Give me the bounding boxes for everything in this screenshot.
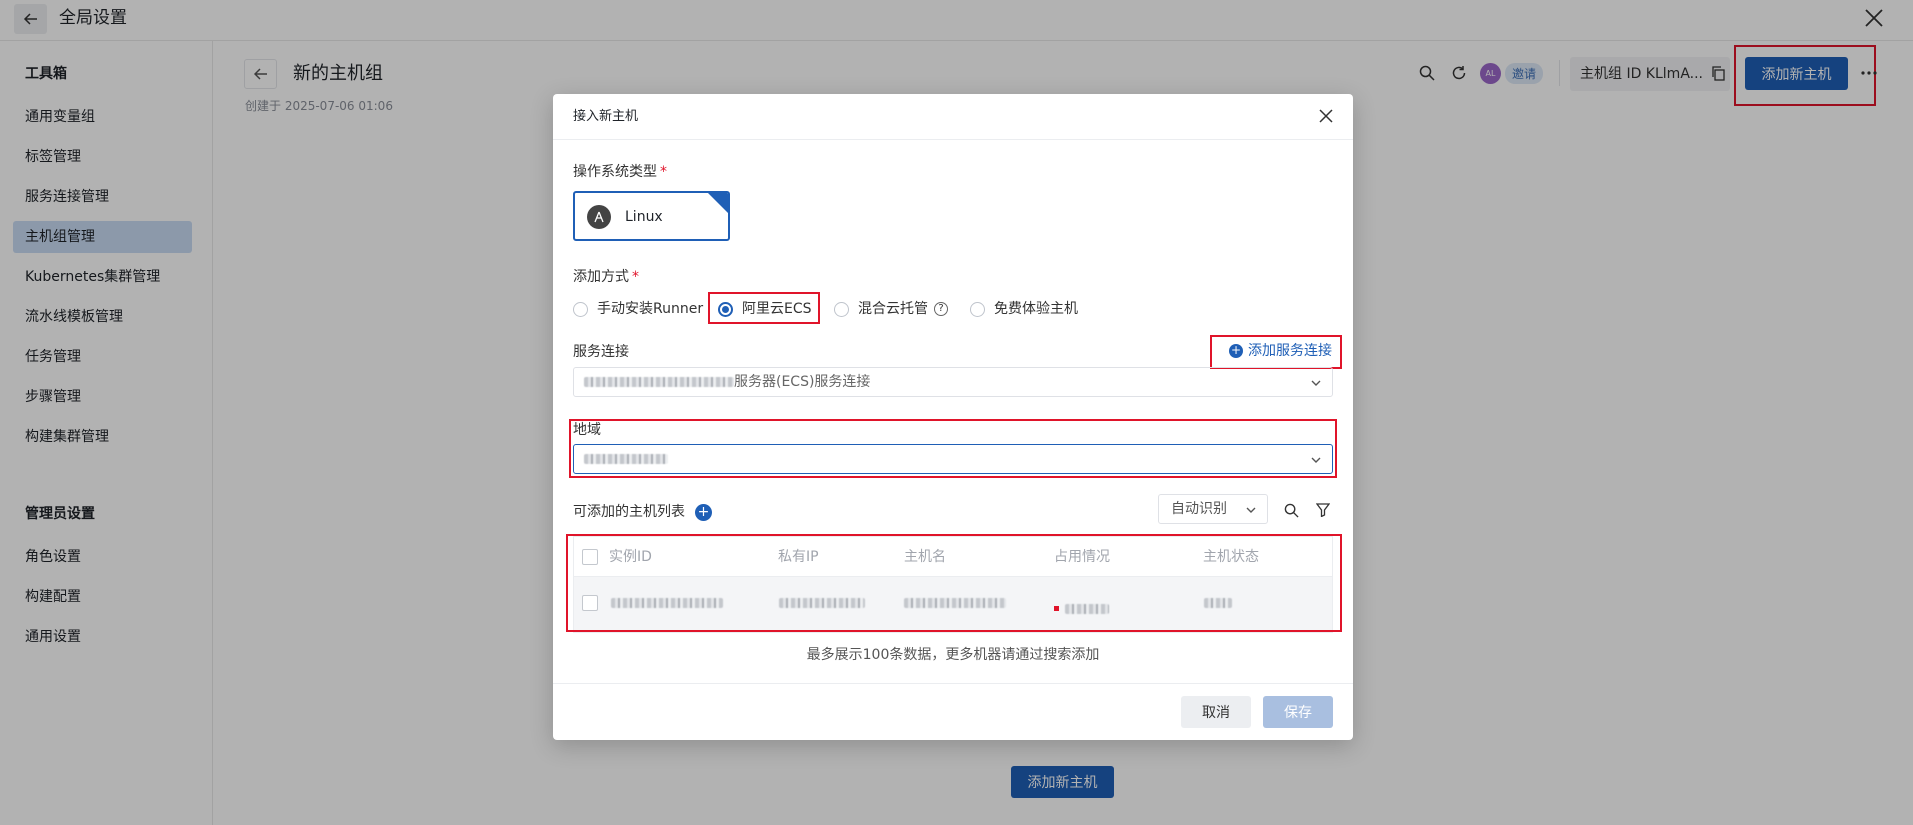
occupancy-value [1054,598,1109,617]
list-search-icon[interactable] [1280,499,1302,521]
redacted-hostname [904,598,1006,608]
table-row[interactable] [574,577,1332,632]
linux-icon [587,205,611,229]
selected-corner-icon [708,193,728,213]
auto-detect-select[interactable]: 自动识别 [1158,494,1268,524]
plus-circle-icon: + [1229,343,1243,358]
os-option-linux[interactable]: Linux [573,191,730,241]
col-instance-id: 实例ID [609,549,652,565]
region-label: 地域 [573,422,601,438]
col-host-status: 主机状态 [1203,549,1259,565]
filter-icon[interactable] [1312,499,1334,521]
select-all-checkbox[interactable] [582,549,598,565]
chevron-down-icon [1246,507,1256,513]
save-button[interactable]: 保存 [1263,696,1333,728]
service-conn-label: 服务连接 [573,344,629,360]
os-type-label: 操作系统类型 * [573,164,667,180]
page: 全局设置 工具箱 通用变量组 标签管理 服务连接管理 主机组管理 Kuberne… [0,0,1913,825]
redacted-conn-name [584,377,734,387]
redacted-host-status [1204,598,1232,608]
modal-title: 接入新主机 [573,109,639,124]
row-checkbox[interactable] [582,595,598,611]
service-conn-select[interactable]: 服务器(ECS)服务连接 [573,367,1333,397]
modal-header: 接入新主机 [553,94,1353,140]
status-dot [1054,606,1059,611]
method-manual-runner[interactable]: 手动安装Runner [573,300,703,318]
add-method-label: 添加方式 * [573,269,639,285]
table-header: 实例ID 私有IP 主机名 占用情况 主机状态 [574,537,1332,577]
host-table: 实例ID 私有IP 主机名 占用情况 主机状态 [573,536,1333,633]
os-name: Linux [625,209,663,225]
method-hybrid-cloud[interactable]: 混合云托管? [834,300,948,318]
redacted-instance-id [611,598,723,608]
host-list-label: 可添加的主机列表 + [573,503,712,521]
col-hostname: 主机名 [904,549,946,565]
col-private-ip: 私有IP [778,549,819,565]
region-select[interactable] [573,444,1333,474]
chevron-down-icon [1311,457,1321,463]
help-icon[interactable]: ? [934,302,948,316]
list-note: 最多展示100条数据，更多机器请通过搜索添加 [806,647,1100,663]
redacted-private-ip [779,598,865,608]
add-circle-icon[interactable]: + [695,503,712,521]
method-aliyun-ecs[interactable]: 阿里云ECS [718,300,812,318]
add-service-conn-button[interactable]: + 添加服务连接 [1229,342,1332,360]
col-occupancy: 占用情况 [1054,549,1110,565]
method-free-trial[interactable]: 免费体验主机 [970,300,1078,318]
add-host-modal: 接入新主机 操作系统类型 * Linux 添加方式 * 手动安装Runner 阿里云… [553,94,1353,740]
chevron-down-icon [1311,380,1321,386]
redacted-region [584,454,668,464]
modal-footer-divider [553,683,1353,684]
modal-close-icon[interactable] [1317,107,1335,125]
cancel-button[interactable]: 取消 [1181,696,1251,728]
